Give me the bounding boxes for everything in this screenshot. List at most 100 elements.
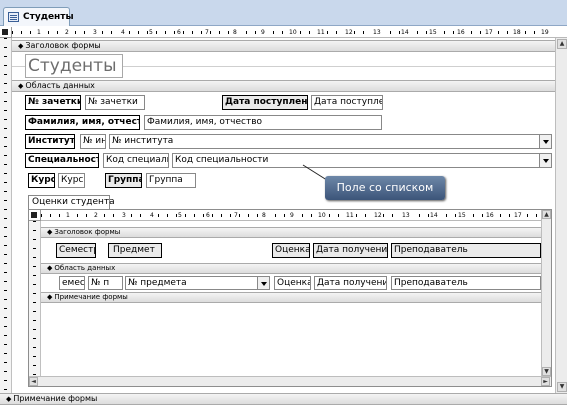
ruler-number: 2: [64, 29, 70, 36]
document-tab-students[interactable]: Студенты: [3, 7, 74, 26]
subform-ruler-number: 17: [513, 212, 523, 219]
scroll-left-icon[interactable]: ◄: [29, 377, 38, 386]
label-fio[interactable]: Фамилия, имя, отчество: [25, 115, 140, 130]
subform-vertical-ruler[interactable]: [29, 221, 41, 376]
section-bar-header-label: Заголовок формы: [25, 41, 101, 50]
subform-ruler-number: 10: [317, 212, 327, 219]
scroll-down-icon[interactable]: ▼: [542, 367, 551, 376]
subform-ruler-number: 5: [177, 212, 183, 219]
field-specialty-code[interactable]: Код специаль: [103, 153, 169, 168]
label-specialty[interactable]: Специальность: [25, 153, 99, 168]
ruler-number: 10: [288, 29, 298, 36]
scroll-right-icon[interactable]: ►: [541, 377, 550, 386]
subform-ruler-number: 1: [65, 212, 71, 219]
subform-ruler-number: 16: [485, 212, 495, 219]
ruler-number: 5: [148, 29, 154, 36]
subform-section-header-label: Заголовок формы: [54, 228, 121, 236]
form-title-text: Студенты: [28, 56, 117, 76]
ruler-number: 8: [232, 29, 238, 36]
subform-ruler-number: 3: [121, 212, 127, 219]
label-institute[interactable]: Институт: [25, 134, 75, 149]
form-icon: [8, 12, 19, 22]
field-fio[interactable]: Фамилия, имя, отчество: [144, 115, 382, 130]
subform-section-bar-footer[interactable]: ◆ Примечание формы: [41, 292, 541, 303]
combo-institute[interactable]: № института: [109, 134, 552, 149]
vertical-ruler[interactable]: [0, 38, 12, 400]
horizontal-ruler[interactable]: 1 2 3 4 5 6 7 8 9 10 11 12 13 14 15 16 17 18 19: [12, 27, 552, 38]
section-arrow-icon: ◆: [6, 395, 12, 403]
subform-ruler-number: 15: [457, 212, 467, 219]
section-bar-detail-label: Область данных: [25, 81, 95, 90]
field-course[interactable]: Курс: [58, 173, 85, 188]
subform-field-date[interactable]: Дата получения: [314, 276, 387, 290]
subform-header-subject[interactable]: Предмет: [108, 243, 162, 258]
field-date-enrolled[interactable]: Дата поступлен: [311, 95, 383, 110]
ruler-number: 4: [120, 29, 126, 36]
combo-specialty[interactable]: Код специальности: [172, 153, 552, 168]
subform-tab-label[interactable]: Оценки студента: [28, 195, 115, 209]
ruler-number: 7: [204, 29, 210, 36]
label-date-enrolled[interactable]: Дата поступления: [222, 95, 308, 110]
subform-field-semester[interactable]: емес: [59, 276, 85, 290]
subform-field-subject-num[interactable]: № п: [88, 276, 123, 290]
subform-header-date[interactable]: Дата получения: [313, 243, 388, 258]
document-tab-label: Студенты: [23, 12, 74, 22]
scroll-up-icon[interactable]: ▲: [557, 39, 567, 49]
dropdown-arrow-icon[interactable]: [539, 135, 551, 148]
scroll-down-icon[interactable]: ▼: [557, 382, 567, 392]
ruler-number: 15: [428, 29, 438, 36]
subform-combo-subject-text: № предмета: [128, 278, 187, 288]
subform-header-teacher[interactable]: Преподаватель: [391, 243, 541, 258]
dropdown-arrow-icon[interactable]: [257, 277, 269, 289]
subform-ruler-number: 6: [205, 212, 211, 219]
field-institute-num[interactable]: № ин: [80, 134, 106, 149]
subform-ruler-number: 9: [289, 212, 295, 219]
section-bar-header[interactable]: ◆ Заголовок формы: [12, 40, 567, 52]
ruler-number: 17: [484, 29, 494, 36]
ruler-number: 19: [540, 29, 550, 36]
ruler-number: 16: [456, 29, 466, 36]
label-group[interactable]: Группа: [105, 173, 142, 188]
subform-ruler-number: 11: [345, 212, 355, 219]
ruler-number: 14: [400, 29, 410, 36]
section-arrow-icon: ◆: [47, 264, 53, 272]
subform-section-bar-detail[interactable]: ◆ Область данных: [41, 263, 541, 274]
subform-header-grade[interactable]: Оценка: [272, 243, 310, 258]
section-bar-footer-label: Примечание формы: [13, 394, 98, 403]
callout-combobox: Поле со списком: [325, 176, 445, 200]
label-course[interactable]: Курс: [28, 173, 55, 188]
section-arrow-icon: ◆: [47, 293, 53, 301]
subform-field-grade[interactable]: Оценка: [274, 276, 311, 290]
field-zachetka[interactable]: № зачетки: [85, 95, 145, 110]
subform-ruler-number: 7: [233, 212, 239, 219]
subform-section-footer-label: Примечание формы: [54, 293, 128, 301]
subform-ruler-number: 2: [93, 212, 99, 219]
ruler-number: 3: [92, 29, 98, 36]
subform-header-semester[interactable]: Семестр: [56, 243, 96, 258]
subform-horizontal-scrollbar[interactable]: ◄ ►: [29, 376, 551, 386]
subform-ruler-number: 4: [149, 212, 155, 219]
scroll-up-icon[interactable]: ▲: [542, 210, 551, 219]
form-selector[interactable]: [0, 27, 12, 38]
subform-field-teacher[interactable]: Преподаватель: [391, 276, 541, 290]
subform-selector[interactable]: [29, 210, 41, 221]
subform-section-bar-header[interactable]: ◆ Заголовок формы: [41, 227, 541, 238]
subform-vertical-scrollbar[interactable]: ▲ ▼: [541, 210, 551, 376]
subform-ruler-number: 12: [373, 212, 383, 219]
ruler-number: 6: [176, 29, 182, 36]
section-bar-footer[interactable]: ◆ Примечание формы: [0, 393, 567, 405]
subform-horizontal-ruler[interactable]: 1 2 3 4 5 6 7 8 9 10 11 12 13 14 15 16 17: [41, 210, 541, 221]
dropdown-arrow-icon[interactable]: [539, 154, 551, 167]
subform-combo-subject[interactable]: № предмета: [125, 276, 270, 290]
field-group[interactable]: Группа: [146, 173, 196, 188]
subform-ruler-number: 8: [261, 212, 267, 219]
main-vertical-scrollbar[interactable]: ▲ ▼: [555, 38, 567, 393]
section-arrow-icon: ◆: [18, 42, 24, 50]
ruler-end: [552, 27, 567, 38]
label-zachetka[interactable]: № зачетки: [25, 95, 81, 110]
combo-institute-text: № института: [112, 136, 174, 146]
section-bar-detail[interactable]: ◆ Область данных: [12, 80, 567, 92]
section-arrow-icon: ◆: [47, 228, 53, 236]
form-title-label[interactable]: Студенты: [25, 54, 123, 78]
document-tab-strip: Студенты: [0, 0, 567, 26]
